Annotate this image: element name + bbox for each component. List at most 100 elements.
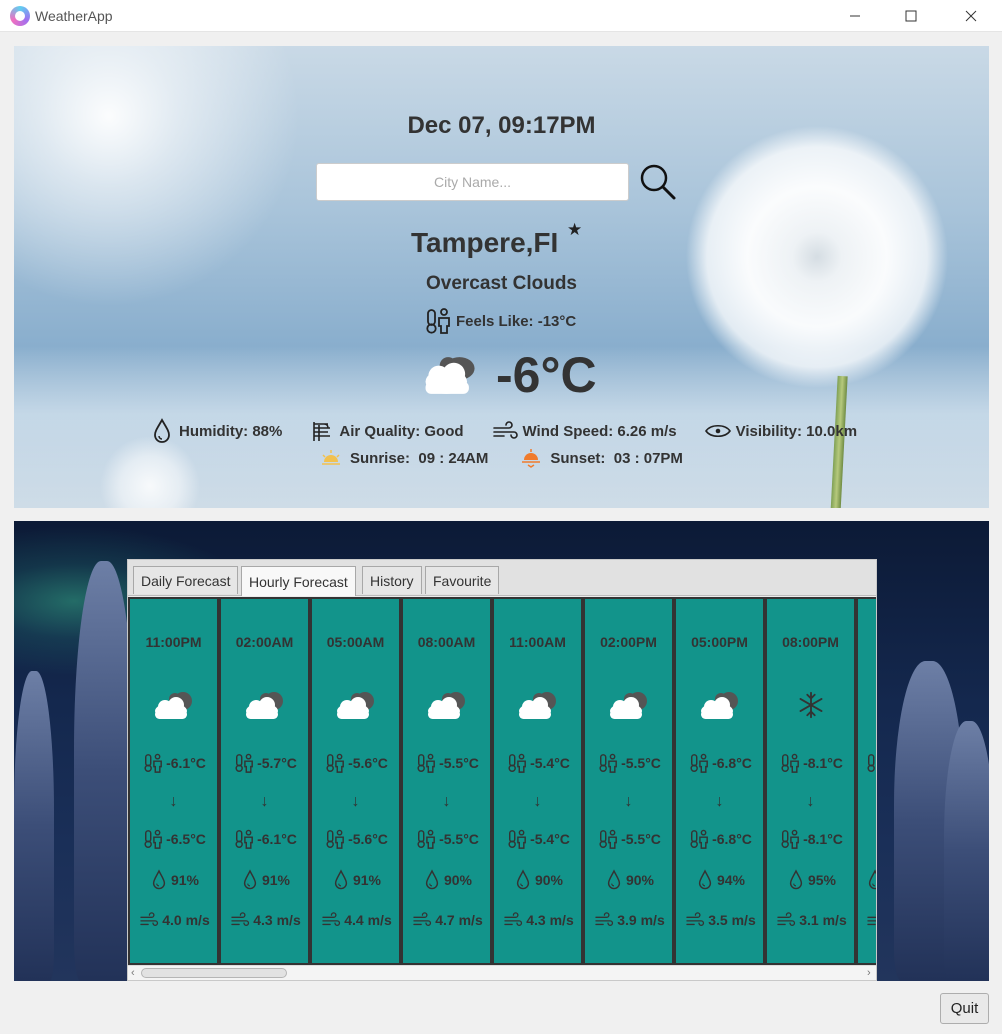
forecast-humidity: 94% bbox=[676, 869, 765, 891]
forecast-value: -6.1°C bbox=[257, 831, 297, 847]
forecast-value: 90% bbox=[443, 872, 473, 888]
cloud-icon bbox=[242, 685, 288, 725]
feels-like-icon bbox=[234, 753, 254, 773]
feels-like-icon bbox=[507, 753, 527, 773]
sunset-icon bbox=[522, 449, 541, 468]
forecast-partial-icon bbox=[858, 869, 876, 891]
wind-speed-value: Wind Speed: 6.26 m/s bbox=[522, 422, 677, 440]
feels-like-icon bbox=[689, 753, 709, 773]
background-tree bbox=[74, 561, 134, 981]
quit-button[interactable]: Quit bbox=[940, 993, 989, 1024]
forecast-value: -8.1°C bbox=[803, 755, 843, 771]
forecast-wind: 3.1 m/s bbox=[767, 912, 856, 928]
forecast-wind: 4.3 m/s bbox=[494, 912, 583, 928]
scrollbar-thumb[interactable] bbox=[141, 968, 287, 978]
close-button[interactable] bbox=[948, 0, 994, 32]
wind-icon bbox=[503, 912, 523, 928]
wind-speed-stat: Wind Speed: 6.26 m/s bbox=[492, 420, 677, 442]
forecast-feels-before: -5.7°C bbox=[221, 753, 310, 773]
forecast-time: 08:00AM bbox=[417, 634, 476, 650]
forecast-time: 11:00AM bbox=[509, 634, 566, 650]
forecast-value: -5.5°C bbox=[621, 831, 661, 847]
forecast-wind: 4.7 m/s bbox=[403, 912, 492, 928]
cloud-icon bbox=[697, 685, 743, 725]
scroll-left-icon[interactable]: ‹ bbox=[131, 967, 135, 979]
forecast-feels-after: -5.5°C bbox=[403, 829, 492, 849]
hourly-forecast-card: 02:00PM -5.5°C -5.5°C 90% 3.9 m/s ↓ bbox=[583, 597, 674, 965]
air-quality-stat: Air Quality: Good bbox=[310, 419, 464, 443]
forecast-wind: 4.4 m/s bbox=[312, 912, 401, 928]
forecast-humidity: 90% bbox=[585, 869, 674, 891]
sunset: Sunset: 03 : 07PM bbox=[520, 448, 683, 468]
down-arrow-icon: ↓ bbox=[533, 793, 542, 810]
maximize-button[interactable] bbox=[888, 0, 934, 32]
hourly-forecast-card: 08:00AM -5.5°C -5.5°C 90% 4.7 m/s ↓ bbox=[401, 597, 492, 965]
humidity-icon bbox=[787, 869, 805, 891]
feels-like-icon bbox=[416, 829, 436, 849]
down-arrow-icon: ↓ bbox=[169, 793, 178, 810]
forecast-value: -5.7°C bbox=[257, 755, 297, 771]
forecast-value: 91% bbox=[170, 872, 200, 888]
forecast-feels-before: -5.5°C bbox=[585, 753, 674, 773]
tab-history[interactable]: History bbox=[362, 566, 422, 594]
forecast-time: 08:00PM bbox=[782, 634, 839, 650]
feels-like-icon bbox=[780, 829, 800, 849]
down-arrow-icon: ↓ bbox=[806, 793, 815, 810]
hourly-forecast-card: 05:00AM -5.6°C -5.6°C 91% 4.4 m/s ↓ bbox=[310, 597, 401, 965]
feels-like-icon bbox=[234, 829, 254, 849]
weather-stats-row: Humidity: 88% Air Quality: Good Wind Spe… bbox=[150, 418, 885, 444]
humidity-value: Humidity: 88% bbox=[179, 422, 283, 440]
cloud-icon bbox=[424, 685, 470, 725]
hourly-forecast-card: 02:00AM -5.7°C -6.1°C 91% 4.3 m/s ↓ bbox=[219, 597, 310, 965]
humidity-stat: Humidity: 88% bbox=[150, 418, 282, 444]
down-arrow-icon: ↓ bbox=[442, 793, 451, 810]
down-arrow-icon: ↓ bbox=[624, 793, 633, 810]
forecast-value: 3.1 m/s bbox=[799, 912, 847, 928]
forecast-humidity: 95% bbox=[767, 869, 856, 891]
forecast-feels-after: -5.6°C bbox=[312, 829, 401, 849]
current-temperature-row: -6°C bbox=[418, 346, 597, 404]
title-bar: WeatherApp bbox=[0, 0, 1002, 32]
forecast-humidity: 91% bbox=[312, 869, 401, 891]
hourly-forecast-card: 05:00PM -6.8°C -6.8°C 94% 3.5 m/s ↓ bbox=[674, 597, 765, 965]
forecast-value: -5.4°C bbox=[530, 755, 570, 771]
forecast-feels-before: -8.1°C bbox=[767, 753, 856, 773]
forecast-feels-after: -6.8°C bbox=[676, 829, 765, 849]
maximize-icon bbox=[905, 10, 917, 22]
scroll-right-icon[interactable]: › bbox=[867, 967, 871, 979]
sunrise: Sunrise: 09 : 24AM bbox=[320, 448, 488, 468]
tab-favourite[interactable]: Favourite bbox=[425, 566, 500, 594]
minimize-button[interactable] bbox=[832, 0, 878, 32]
humidity-icon bbox=[150, 869, 168, 891]
sunrise-icon bbox=[322, 450, 340, 465]
hourly-forecast-card: 08:00PM -8.1°C -8.1°C 95% 3.1 m/s ↓ bbox=[765, 597, 856, 965]
air-quality-icon bbox=[313, 422, 331, 441]
search-button[interactable] bbox=[638, 162, 678, 202]
forecast-value: -5.6°C bbox=[348, 831, 388, 847]
forecast-humidity: 90% bbox=[403, 869, 492, 891]
forecast-value: -5.5°C bbox=[439, 755, 479, 771]
forecast-time: 11:00PM bbox=[145, 634, 202, 650]
favourite-star-icon[interactable]: ★ bbox=[567, 220, 582, 240]
snowflake-icon bbox=[788, 685, 834, 725]
horizontal-scrollbar[interactable]: ‹ › bbox=[128, 965, 876, 980]
weather-description: Overcast Clouds bbox=[426, 273, 577, 294]
hourly-forecast-list[interactable]: 11:00PM -6.1°C -6.5°C 91% 4.0 m/s ↓ 02:00AM -5.… bbox=[128, 597, 876, 965]
forecast-feels-after: -5.4°C bbox=[494, 829, 583, 849]
overcast-clouds-icon bbox=[425, 357, 475, 394]
feels-like-icon bbox=[689, 829, 709, 849]
tab-hourly-forecast[interactable]: Hourly Forecast bbox=[241, 566, 356, 596]
wind-icon bbox=[776, 912, 796, 928]
city-search-input[interactable] bbox=[316, 163, 629, 201]
humidity-icon bbox=[605, 869, 623, 891]
forecast-value: -6.8°C bbox=[712, 831, 752, 847]
hourly-forecast-card: 1 bbox=[856, 597, 876, 965]
forecast-value: -6.1°C bbox=[166, 755, 206, 771]
window-title: WeatherApp bbox=[35, 8, 113, 24]
down-arrow-icon: ↓ bbox=[715, 793, 724, 810]
forecast-partial-icon bbox=[858, 753, 876, 773]
feels-like-icon bbox=[416, 753, 436, 773]
tab-daily-forecast[interactable]: Daily Forecast bbox=[133, 566, 239, 594]
wind-icon bbox=[685, 912, 705, 928]
forecast-value: 3.9 m/s bbox=[617, 912, 665, 928]
